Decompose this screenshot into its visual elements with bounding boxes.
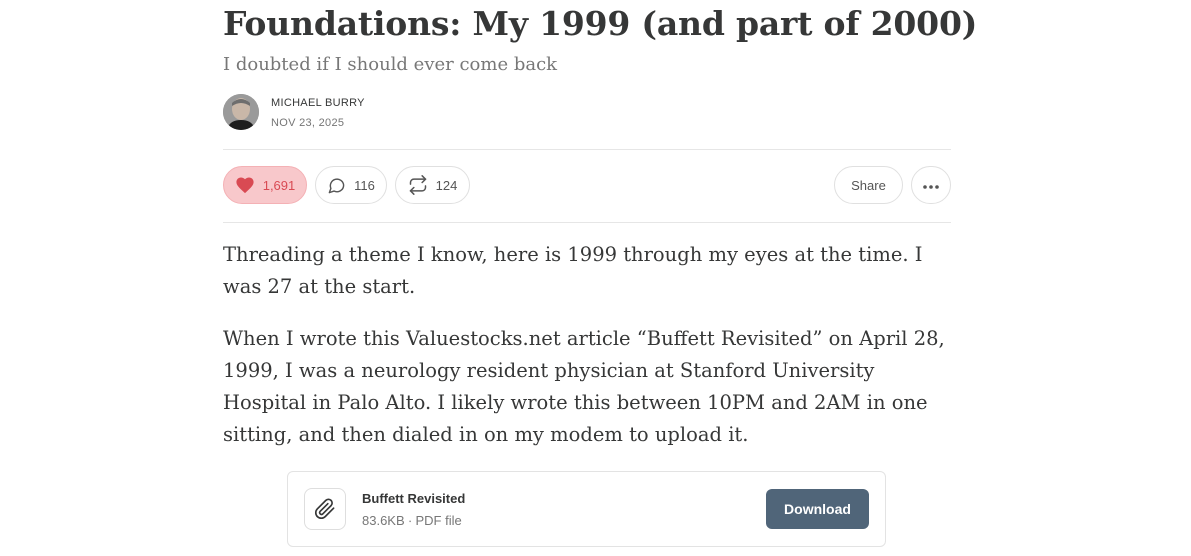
file-attachment: Buffett Revisited 83.6KB ∙ PDF file Down…: [287, 471, 886, 547]
divider: [223, 149, 951, 150]
body-paragraph: When I wrote this Valuestocks.net articl…: [223, 327, 945, 446]
author-avatar[interactable]: [223, 94, 259, 130]
comment-count: 116: [354, 177, 375, 193]
heart-icon: [235, 176, 255, 194]
comment-button[interactable]: 116: [315, 166, 387, 204]
post-date: NOV 23, 2025: [271, 117, 345, 129]
like-button[interactable]: 1,691: [223, 166, 307, 204]
divider: [223, 222, 951, 223]
ellipsis-icon: [922, 178, 940, 193]
share-button[interactable]: Share: [834, 166, 903, 204]
file-meta: 83.6KB ∙ PDF file: [362, 513, 462, 528]
comment-icon: [327, 176, 346, 195]
more-options-button[interactable]: [911, 166, 951, 204]
restack-count: 124: [435, 177, 458, 193]
file-name: Buffett Revisited: [362, 491, 466, 506]
post-subtitle: I doubted if I should ever come back: [223, 54, 558, 75]
body-paragraph: Threading a theme I know, here is 1999 t…: [223, 243, 923, 298]
like-count: 1,691: [262, 177, 296, 193]
post-title: Foundations: My 1999 (and part of 2000): [223, 4, 978, 43]
paperclip-icon: [304, 488, 346, 530]
download-button[interactable]: Download: [766, 489, 869, 529]
post-actions: 1,691 116 124 Share: [223, 166, 951, 206]
author-name[interactable]: MICHAEL BURRY: [271, 97, 365, 109]
restack-icon: [408, 175, 428, 195]
restack-button[interactable]: 124: [395, 166, 470, 204]
